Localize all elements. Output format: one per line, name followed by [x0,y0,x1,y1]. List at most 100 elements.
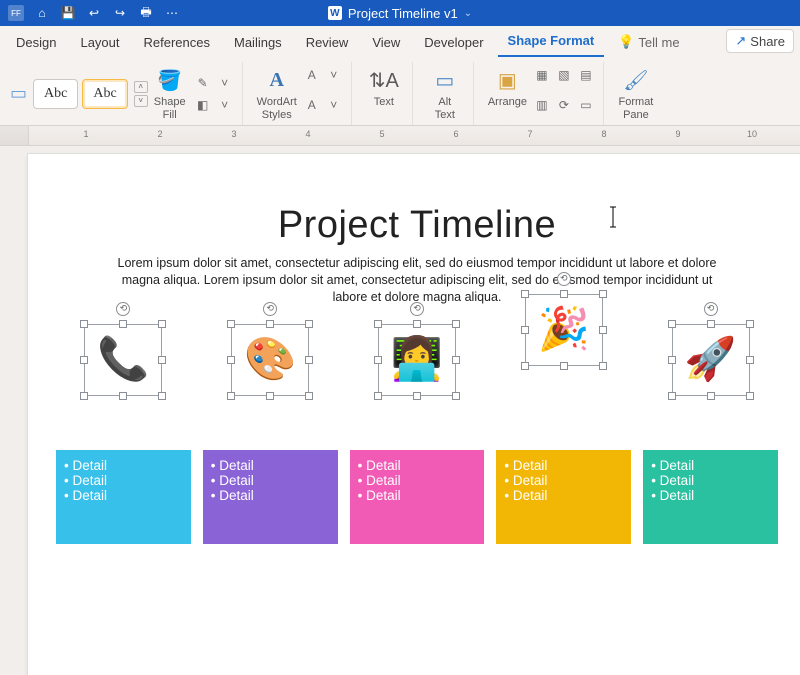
tab-design[interactable]: Design [6,29,66,57]
event-chevron[interactable]: Key Event 4 [496,398,631,444]
event-details[interactable]: Detail Detail Detail [350,450,485,544]
event-details[interactable]: Detail Detail Detail [203,450,338,544]
ribbon: ▭ Abc Abc ˄ ˅ 🪣 Shape Fill ✎˅ ◧˅ A WordA… [0,58,800,126]
share-button[interactable]: ↗ Share [726,29,794,53]
format-pane-icon: 🖌 [622,66,650,94]
share-label: Share [750,34,785,49]
document-area[interactable]: Project Timeline Lorem ipsum dolor sit a… [0,146,800,675]
chevron-down-icon[interactable]: ˅ [325,96,343,114]
tab-review[interactable]: Review [296,29,359,57]
chevron-down-icon[interactable]: ˅ [216,74,234,92]
send-backward-icon[interactable]: ▧ [555,66,573,84]
page-title[interactable]: Project Timeline [56,204,778,247]
event-details[interactable]: Detail Detail Detail [643,450,778,544]
group-arrange: ▣ Arrange ▦ ▧ ▤ ▥ ⟳ ▭ [478,62,604,125]
chevron-down-icon[interactable]: ˅ [216,96,234,114]
timeline-col-5: ⟲ 🚀 Key Event 5 Detail Detail Detail [643,320,778,544]
ruler-number: 9 [675,129,680,139]
tab-shape-format[interactable]: Shape Format [498,27,605,57]
paint-bucket-icon: 🪣 [156,66,184,94]
ruler-number: 1 [83,129,88,139]
text-button[interactable]: ⇅A Text [362,64,406,123]
pen-icon[interactable]: ✎ [194,74,212,92]
shape-party[interactable]: ⟲ 🎉 [521,290,607,370]
ruler-number: 8 [601,129,606,139]
text-direction-icon: ⇅A [370,66,398,94]
group-wordart: A WordArt Styles A˅ A˅ [247,62,352,125]
tab-references[interactable]: References [134,29,220,57]
ruler-number: 6 [453,129,458,139]
alt-text-button[interactable]: ▭ Alt Text [423,64,467,123]
arrange-button[interactable]: ▣ Arrange [484,64,531,123]
group-alt-text: ▭ Alt Text [417,62,474,125]
rocket-icon: 🚀 [684,335,736,384]
eraser-icon[interactable]: ◧ [194,96,212,114]
arrange-icon: ▣ [493,66,521,94]
rotate-handle-icon[interactable]: ⟲ [263,302,277,316]
group-icon[interactable]: ▥ [533,96,551,114]
ruler-number: 10 [747,129,757,139]
titlebar: FF ⌂ 💾 ↩ ↪ 🖶 ⋯ W Project Timeline v1 ⌄ [0,0,800,26]
horizontal-ruler[interactable]: 1 2 3 4 5 6 7 8 9 10 [0,126,800,146]
shape-phone[interactable]: ⟲ 📞 [80,320,166,400]
timeline-col-4: ⟲ 🎉 Key Event 4 Detail Detail Detail [496,320,631,544]
timeline-col-2: ⟲ 🎨 Key Event 2 Detail Detail Detail [203,320,338,544]
shape-palette[interactable]: ⟲ 🎨 [227,320,313,400]
document-title[interactable]: W Project Timeline v1 ⌄ [0,6,800,21]
ribbon-tabs: Design Layout References Mailings Review… [0,26,800,58]
ruler-number: 7 [527,129,532,139]
wordart-styles-button[interactable]: A WordArt Styles [253,64,301,123]
event-chevron[interactable]: Key Event 3 [350,398,485,444]
bring-forward-icon[interactable]: ▦ [533,66,551,84]
event-chevron[interactable]: Key Event 5 [643,398,778,444]
share-icon: ↗ [735,33,746,49]
event-chevron[interactable]: Key Event 1 [56,398,191,444]
timeline: ⟲ 📞 Key Event 1 Detail Detail Detail ⟲ [56,320,778,544]
alt-text-icon: ▭ [431,66,459,94]
align-icon[interactable]: ▤ [577,66,595,84]
shape-rocket[interactable]: ⟲ 🚀 [668,320,754,400]
text-outline-icon[interactable]: A [303,96,321,114]
event-details[interactable]: Detail Detail Detail [496,450,631,544]
styles-up-icon[interactable]: ˄ [134,81,148,93]
insert-shapes[interactable]: ▭ [10,83,33,104]
bulb-icon: 💡 [618,34,634,50]
tell-me[interactable]: 💡 Tell me [608,28,689,57]
shape-style-b[interactable]: Abc [82,79,127,109]
group-shape-styles: ▭ Abc Abc ˄ ˅ 🪣 Shape Fill ✎˅ ◧˅ [4,62,243,125]
tab-developer[interactable]: Developer [414,29,493,57]
ruler-number: 2 [157,129,162,139]
chevron-down-icon[interactable]: ⌄ [464,8,472,19]
text-cursor-icon [608,206,618,228]
rotate-handle-icon[interactable]: ⟲ [116,302,130,316]
party-popper-icon: 🎉 [538,305,590,354]
rotate-handle-icon[interactable]: ⟲ [410,302,424,316]
wordart-icon: A [263,66,291,94]
tab-mailings[interactable]: Mailings [224,29,292,57]
shape-technologist[interactable]: ⟲ 👩‍💻 [374,320,460,400]
tab-layout[interactable]: Layout [70,29,129,57]
event-chevron[interactable]: Key Event 2 [203,398,338,444]
chevron-down-icon[interactable]: ˅ [325,66,343,84]
phone-icon: 📞 [97,335,149,384]
timeline-col-1: ⟲ 📞 Key Event 1 Detail Detail Detail [56,320,191,544]
wordart-options: A˅ A˅ [301,64,345,123]
ruler-number: 3 [231,129,236,139]
document-page[interactable]: Project Timeline Lorem ipsum dolor sit a… [28,154,800,675]
format-pane-button[interactable]: 🖌 Format Pane [614,64,658,123]
selection-icon[interactable]: ▭ [577,96,595,114]
rotate-icon[interactable]: ⟳ [555,96,573,114]
timeline-col-3: ⟲ 👩‍💻 Key Event 3 Detail Detail Detail [350,320,485,544]
styles-down-icon[interactable]: ˅ [134,95,148,107]
ruler-number: 4 [305,129,310,139]
event-details[interactable]: Detail Detail Detail [56,450,191,544]
rotate-handle-icon[interactable]: ⟲ [704,302,718,316]
page-description[interactable]: Lorem ipsum dolor sit amet, consectetur … [107,255,727,306]
document-title-text: Project Timeline v1 [348,6,458,21]
group-size: 🖌 Format Pane [608,62,664,125]
shape-style-a[interactable]: Abc [33,79,78,109]
shape-fill-button[interactable]: 🪣 Shape Fill [148,64,192,123]
rotate-handle-icon[interactable]: ⟲ [557,272,571,286]
text-fill-icon[interactable]: A [303,66,321,84]
tab-view[interactable]: View [362,29,410,57]
